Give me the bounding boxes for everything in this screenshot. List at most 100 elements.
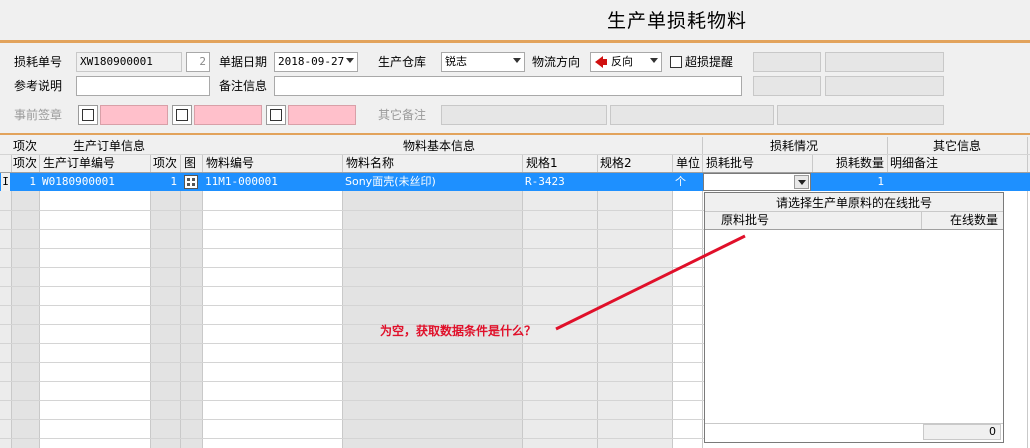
grid-line bbox=[0, 286, 704, 287]
flow-label: 物流方向 bbox=[532, 55, 581, 69]
picture-grid-icon[interactable] bbox=[184, 175, 198, 189]
annotation-text: 为空，获取数据条件是什么？ bbox=[380, 324, 537, 338]
chevron-down-icon bbox=[346, 58, 354, 63]
extra-field-4 bbox=[825, 76, 944, 96]
col-header-material-no[interactable]: 物料编号 bbox=[206, 155, 254, 172]
grid-line bbox=[11, 154, 12, 448]
form-divider bbox=[0, 133, 1030, 135]
chevron-down-icon bbox=[513, 58, 521, 63]
grid-line bbox=[202, 154, 203, 448]
grid-line bbox=[0, 229, 704, 230]
batch-select-popup[interactable]: 请选择生产单原料的在线批号 原料批号 在线数量 0 bbox=[704, 192, 1004, 443]
cell-unit[interactable]: 个 bbox=[675, 173, 686, 191]
col-header-spec1[interactable]: 规格1 bbox=[526, 155, 558, 172]
grid-line bbox=[180, 154, 181, 448]
grid-line bbox=[0, 154, 1030, 155]
grid-line bbox=[39, 154, 40, 448]
popup-col-qty[interactable]: 在线数量 bbox=[950, 212, 998, 229]
cell-loss-qty[interactable]: 1 bbox=[813, 173, 884, 191]
remark-label: 备注信息 bbox=[219, 79, 268, 93]
popup-title: 请选择生产单原料的在线批号 bbox=[775, 196, 932, 210]
grid-line bbox=[705, 229, 1003, 230]
grid-line bbox=[921, 212, 922, 229]
loss-batch-dropdown[interactable] bbox=[703, 173, 811, 191]
cell-material-no[interactable]: 11M1-000001 bbox=[205, 173, 278, 191]
checkbox-icon bbox=[270, 109, 282, 121]
other-remark-field-2 bbox=[610, 105, 774, 125]
warehouse-label: 生产仓库 bbox=[378, 55, 427, 69]
other-remark-label: 其它备注 bbox=[378, 108, 427, 122]
pre-sign-field-1[interactable] bbox=[100, 105, 168, 125]
title-divider bbox=[0, 40, 1030, 43]
popup-col-batch[interactable]: 原料批号 bbox=[721, 212, 769, 229]
cell-spec1[interactable]: R-3423 bbox=[525, 173, 565, 191]
pre-sign-checkbox-2[interactable] bbox=[172, 105, 192, 125]
col-header-loss-qty[interactable]: 损耗数量 bbox=[836, 155, 884, 172]
ref-input[interactable] bbox=[76, 76, 210, 96]
grid-line bbox=[522, 154, 523, 448]
over-loss-label: 超损提醒 bbox=[685, 55, 734, 69]
grid-line bbox=[597, 154, 598, 448]
other-remark-field-1 bbox=[441, 105, 607, 125]
table-row[interactable]: I 1 W0180900001 1 11M1-000001 Sony面壳(未丝印… bbox=[0, 173, 1030, 191]
pre-sign-field-3[interactable] bbox=[288, 105, 356, 125]
date-picker[interactable]: 2018-09-27 bbox=[274, 52, 358, 72]
pre-sign-field-2[interactable] bbox=[194, 105, 262, 125]
arrow-left-icon-tail bbox=[603, 59, 607, 65]
extra-field-1 bbox=[753, 52, 821, 72]
grid-line bbox=[0, 267, 704, 268]
checkbox-icon bbox=[82, 109, 94, 121]
grid-line bbox=[0, 210, 704, 211]
col-header-material-name[interactable]: 物料名称 bbox=[346, 155, 394, 172]
grid-line bbox=[0, 305, 704, 306]
window-title: 生产单损耗物料 bbox=[607, 10, 748, 32]
col-header-spec2[interactable]: 规格2 bbox=[600, 155, 632, 172]
cell-material-name[interactable]: Sony面壳(未丝印) bbox=[345, 173, 436, 191]
group-header-loss: 损耗情况 bbox=[770, 139, 819, 153]
chevron-down-icon bbox=[650, 58, 658, 63]
row-indicator: I bbox=[1, 173, 10, 191]
col-header-loss-batch[interactable]: 损耗批号 bbox=[706, 155, 754, 172]
other-remark-field-3 bbox=[777, 105, 944, 125]
group-header-order: 生产订单信息 bbox=[73, 139, 146, 153]
grid-line bbox=[0, 248, 704, 249]
grid-line bbox=[0, 400, 704, 401]
grid-line bbox=[0, 419, 704, 420]
col-header-detail-remark[interactable]: 明细备注 bbox=[890, 155, 938, 172]
extra-field-2 bbox=[825, 52, 944, 72]
group-header-material: 物料基本信息 bbox=[403, 139, 476, 153]
grid-line bbox=[342, 154, 343, 448]
arrow-left-icon bbox=[595, 56, 603, 68]
over-loss-checkbox[interactable] bbox=[670, 56, 682, 68]
grid-line bbox=[0, 438, 704, 439]
col-header-idx[interactable]: 项次 bbox=[13, 155, 37, 172]
pre-sign-checkbox-3[interactable] bbox=[266, 105, 286, 125]
cell-order-no[interactable]: W0180900001 bbox=[42, 173, 115, 191]
col-header-unit[interactable]: 单位 bbox=[676, 155, 700, 172]
grid-line bbox=[0, 324, 704, 325]
cell-idx[interactable]: 1 bbox=[12, 173, 36, 191]
checkbox-icon bbox=[176, 109, 188, 121]
grid-line bbox=[0, 362, 704, 363]
extra-field-3 bbox=[753, 76, 821, 96]
chevron-down-icon bbox=[798, 180, 806, 185]
grid-line bbox=[672, 154, 673, 448]
col-header-order-idx[interactable]: 项次 bbox=[153, 155, 177, 172]
grid-line bbox=[150, 154, 151, 448]
group-header-other: 其它信息 bbox=[933, 139, 982, 153]
group-header-idx: 项次 bbox=[13, 139, 38, 153]
col-header-pic[interactable]: 图 bbox=[184, 155, 196, 172]
flow-select[interactable]: 反向 bbox=[590, 52, 662, 72]
remark-input[interactable] bbox=[274, 76, 742, 96]
loss-no-label: 损耗单号 bbox=[14, 55, 63, 69]
loss-no-field[interactable]: XW180900001 bbox=[76, 52, 182, 72]
dropdown-button[interactable] bbox=[794, 175, 809, 189]
pre-sign-checkbox-1[interactable] bbox=[78, 105, 98, 125]
warehouse-select[interactable]: 锐志 bbox=[441, 52, 525, 72]
pre-sign-label: 事前签章 bbox=[14, 108, 63, 122]
col-header-order-no[interactable]: 生产订单编号 bbox=[43, 155, 115, 172]
popup-total: 0 bbox=[923, 424, 1001, 440]
cell-order-idx[interactable]: 1 bbox=[151, 173, 177, 191]
date-label: 单据日期 bbox=[219, 55, 268, 69]
loss-no-count: 2 bbox=[186, 52, 210, 72]
